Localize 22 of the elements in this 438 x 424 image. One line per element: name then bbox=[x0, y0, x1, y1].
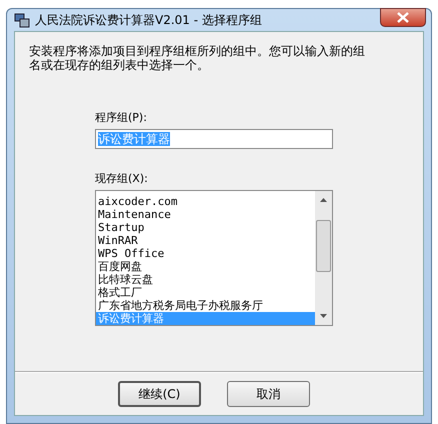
field-label: 程序组(P): bbox=[95, 110, 148, 125]
dialog-button[interactable]: 继续(C) bbox=[118, 381, 201, 407]
list-item[interactable]: Maintenance bbox=[96, 208, 315, 221]
close-icon bbox=[397, 12, 409, 23]
list-item[interactable]: 格式工厂 bbox=[96, 286, 315, 299]
list-label: 现存组(X): bbox=[95, 171, 149, 186]
computer-icon bbox=[14, 12, 30, 28]
list-item[interactable]: 广东省地方税务局电子办税服务厅 bbox=[96, 299, 315, 312]
list-item[interactable]: 比特球云盘 bbox=[96, 273, 315, 286]
list-item[interactable]: 百度网盘 bbox=[96, 260, 315, 273]
list-item[interactable]: Startup bbox=[96, 221, 315, 234]
scrollbar[interactable] bbox=[315, 191, 332, 325]
list-item[interactable]: WPS Office bbox=[96, 247, 315, 260]
group-list[interactable]: aixcoder.com Maintenance Startup WinRAR WPS Office 百度网盘 比特球云盘 格式工厂 广东省地方税务局电子办税服务厅 诉讼费计算器 bbox=[95, 190, 333, 326]
scroll-down-icon[interactable] bbox=[320, 314, 327, 318]
close-button[interactable] bbox=[380, 8, 426, 27]
list-item[interactable]: aixcoder.com bbox=[96, 195, 315, 208]
scroll-up-icon[interactable] bbox=[320, 198, 327, 202]
dialog-button[interactable]: 取消 bbox=[227, 381, 310, 407]
list-item[interactable]: WinRAR bbox=[96, 234, 315, 247]
instruction-text: 安装程序将添加项目到程序组框所列的组中。您可以输入新的组名或在现存的组列表中选择一个。 bbox=[29, 44, 366, 72]
window-title: 人民法院诉讼费计算器V2.01 - 选择程序组 bbox=[35, 12, 262, 28]
